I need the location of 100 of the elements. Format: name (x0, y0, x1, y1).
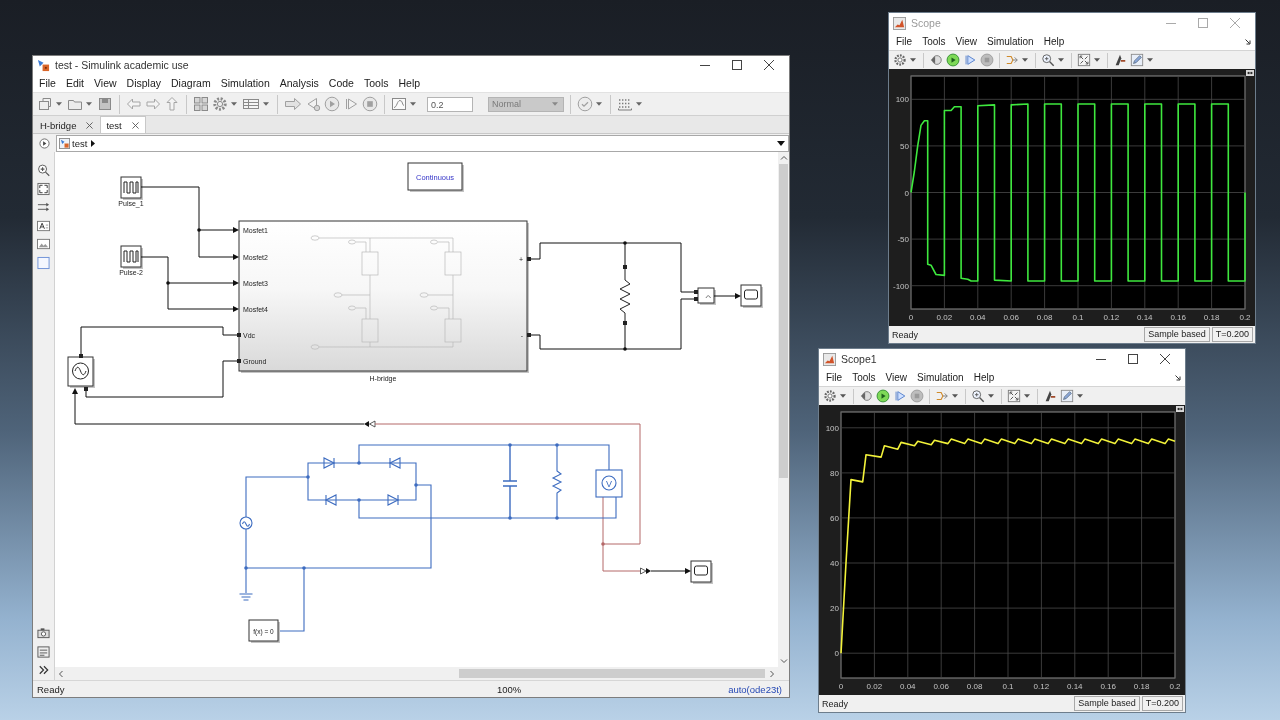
gear-icon[interactable] (212, 96, 228, 112)
menu-item[interactable]: Tools (917, 36, 951, 47)
step-back-icon[interactable] (929, 53, 943, 67)
caret-icon[interactable] (596, 102, 602, 106)
menu-item[interactable]: View (880, 372, 912, 383)
caret-icon[interactable] (840, 394, 846, 398)
axis-tick-label: 0.1 (1072, 313, 1084, 322)
dock-arrow-icon[interactable] (1245, 38, 1251, 45)
area-icon[interactable] (37, 255, 50, 270)
axis-tick-label: 0.12 (1103, 313, 1120, 322)
ac-voltage-source-block (67, 356, 95, 388)
axis-tick-label: 0.1 (1002, 682, 1014, 691)
check-circle-icon[interactable] (577, 96, 593, 112)
menu-item[interactable]: View (950, 36, 982, 47)
app-icon (37, 58, 50, 72)
settings-icon[interactable] (893, 53, 907, 67)
zoom-in-icon[interactable] (37, 163, 50, 177)
tab[interactable]: test (100, 116, 146, 133)
axis-tick-label: 0.04 (970, 313, 986, 322)
close-icon[interactable] (764, 60, 774, 70)
fit-axes-icon[interactable] (1077, 53, 1091, 67)
menu-item[interactable]: Analysis (274, 77, 324, 89)
solver-link[interactable]: auto(ode23t) (728, 683, 782, 695)
model-explorer-icon[interactable] (242, 96, 260, 112)
axis-tick-label: 100 (825, 423, 839, 433)
fit-view-icon[interactable] (37, 181, 50, 196)
menu-item[interactable]: File (891, 36, 918, 47)
zoom-icon[interactable] (1041, 53, 1055, 67)
scope-graph-icon[interactable] (391, 96, 407, 112)
caret-icon[interactable] (231, 102, 237, 106)
resize-arrows-icon[interactable] (1246, 70, 1254, 76)
axis-tick-label: 0.16 (1100, 682, 1116, 691)
axis-tick-label: 0.14 (1137, 313, 1153, 322)
caret-icon[interactable] (1094, 58, 1100, 62)
close-icon[interactable] (131, 121, 139, 129)
menu-item[interactable]: Help (393, 77, 426, 89)
new-model-icon[interactable] (37, 96, 53, 112)
double-chevron-icon[interactable] (37, 663, 50, 677)
scrollbar-thumb[interactable] (459, 669, 765, 678)
menu-item[interactable]: Code (323, 77, 359, 89)
scrollbar-thumb[interactable] (779, 164, 788, 478)
caret-icon[interactable] (910, 58, 916, 62)
menu-item[interactable]: Diagram (166, 77, 216, 89)
caret-icon[interactable] (1022, 58, 1028, 62)
style-icon[interactable] (1113, 53, 1127, 67)
caret-icon[interactable] (952, 394, 958, 398)
menu-item[interactable]: Help (1038, 36, 1070, 47)
style-icon[interactable] (1043, 389, 1057, 403)
caret-icon[interactable] (1147, 58, 1153, 62)
caret-icon[interactable] (1077, 394, 1083, 398)
caret-icon[interactable] (988, 394, 994, 398)
maximize-icon[interactable] (1128, 354, 1138, 364)
breadcrumb-item[interactable]: test (72, 137, 88, 149)
axis-tick-label: 0.12 (1033, 682, 1050, 691)
tab[interactable]: H-bridge (34, 116, 101, 133)
menu-item[interactable]: File (34, 77, 61, 89)
caret-right-icon[interactable] (91, 139, 96, 147)
annotation-icon[interactable] (37, 218, 50, 233)
caret-icon[interactable] (1058, 58, 1064, 62)
signal-line (650, 568, 691, 574)
menu-item[interactable]: View (89, 77, 122, 89)
menu-item[interactable]: Edit (60, 77, 89, 89)
caret-icon[interactable] (636, 102, 642, 106)
settings-icon[interactable] (823, 389, 837, 403)
resize-arrows-icon[interactable] (1176, 406, 1184, 412)
camera-icon[interactable] (37, 626, 50, 640)
menu-item[interactable]: Tools (847, 372, 881, 383)
fit-axes-icon[interactable] (1007, 389, 1021, 403)
model-icon (59, 137, 70, 149)
stop-time-field[interactable]: 0.2 (427, 96, 473, 112)
run-icon[interactable] (876, 389, 890, 403)
library-browser-icon[interactable] (193, 96, 209, 112)
dropdown-icon[interactable] (777, 140, 785, 146)
dot-grid-icon[interactable] (617, 96, 633, 112)
menu-item[interactable]: File (821, 372, 848, 383)
menu-item[interactable]: Simulation (982, 36, 1039, 47)
menu-item[interactable]: Display (121, 77, 167, 89)
close-icon[interactable] (1160, 354, 1170, 364)
pulse-generator-block (120, 245, 143, 269)
close-icon[interactable] (86, 121, 94, 129)
caret-icon[interactable] (1024, 394, 1030, 398)
caret-icon[interactable] (86, 102, 92, 106)
caret-icon[interactable] (56, 102, 62, 106)
zoom-level: 100% (497, 683, 522, 695)
routing-arrows-icon[interactable] (37, 200, 50, 214)
image-icon[interactable] (37, 237, 50, 251)
caret-icon[interactable] (263, 102, 269, 106)
save-icon[interactable] (97, 96, 113, 112)
step-back-icon[interactable] (859, 389, 873, 403)
menu-item[interactable]: Simulation (215, 77, 275, 89)
zoom-icon[interactable] (971, 389, 985, 403)
caret-icon[interactable] (410, 102, 416, 106)
dock-arrow-icon[interactable] (1175, 374, 1181, 381)
diode-symbol (387, 457, 401, 469)
menu-item[interactable]: Help (968, 372, 1000, 383)
axis-tick-label: -100 (893, 281, 909, 291)
menu-item[interactable]: Tools (358, 77, 394, 89)
maximize-icon[interactable] (732, 60, 742, 70)
menu-item[interactable]: Simulation (912, 372, 969, 383)
run-icon[interactable] (946, 53, 960, 67)
